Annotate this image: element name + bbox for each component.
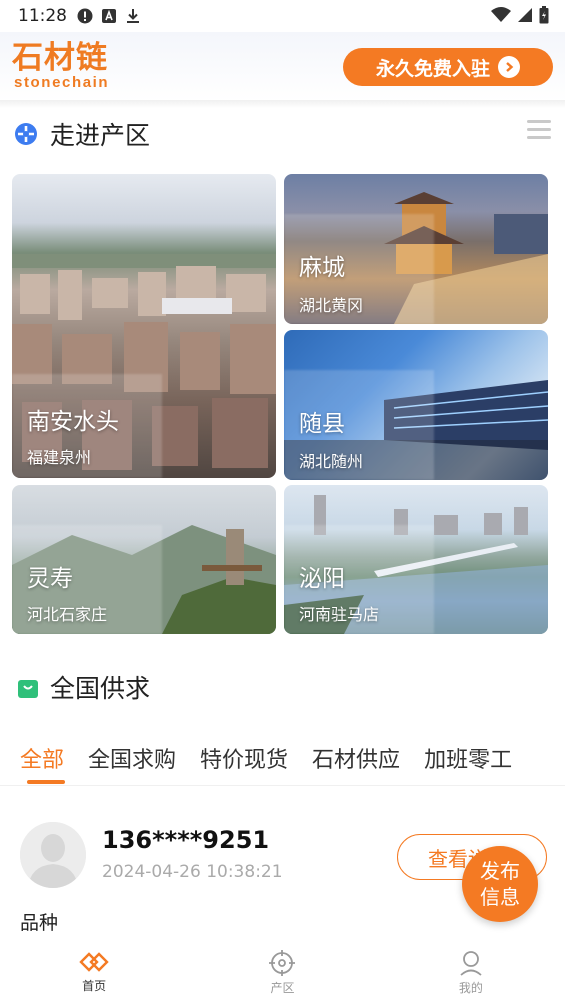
variety-label: 品种	[20, 912, 59, 934]
region-name: 麻城	[299, 255, 345, 281]
user-icon	[460, 951, 482, 976]
nav-home[interactable]: 首页	[0, 944, 188, 1004]
supply-tabs: 全部 全国求购 特价现货 石材供应 加班零工	[0, 732, 565, 784]
tab-all[interactable]: 全部	[20, 742, 64, 774]
region-name: 灵寿	[27, 566, 73, 592]
bottom-nav: 首页 产区 我的	[0, 944, 565, 1004]
shopping-bag-icon	[18, 680, 38, 698]
active-tab-indicator	[27, 780, 65, 784]
nav-mine[interactable]: 我的	[377, 944, 565, 1004]
signal-icon	[518, 8, 532, 22]
tab-national-purchase[interactable]: 全国求购	[88, 742, 176, 774]
region-grid-icon	[15, 123, 37, 145]
wifi-icon	[491, 7, 511, 22]
tabs-divider	[0, 785, 565, 786]
logo-text-cn: 石材链	[12, 40, 108, 76]
region-location: 湖北黄冈	[299, 296, 364, 315]
nav-mine-label: 我的	[458, 981, 483, 995]
publish-label-line2: 信息	[480, 885, 520, 909]
listing-time: 2024-04-26 10:38:21	[102, 862, 283, 882]
home-icon	[79, 952, 109, 972]
region-name: 泌阳	[299, 566, 345, 592]
tab-overtime-work[interactable]: 加班零工	[424, 742, 512, 774]
region-location: 福建泉州	[27, 448, 92, 467]
publish-info-button[interactable]: 发布 信息	[462, 846, 538, 922]
supply-title: 全国供求	[50, 674, 151, 703]
app-header: 石材链 stonechain 永久免费入驻	[0, 32, 565, 102]
nav-home-label: 首页	[82, 979, 107, 993]
region-location: 河南驻马店	[299, 605, 380, 624]
region-card-lingshou[interactable]: 灵寿 河北石家庄	[12, 485, 276, 634]
region-name: 南安水头	[27, 409, 119, 435]
free-join-label: 永久免费入驻	[375, 58, 490, 80]
download-icon	[127, 9, 139, 23]
tab-special-stock[interactable]: 特价现货	[200, 742, 288, 774]
menu-icon[interactable]	[527, 120, 551, 142]
logo[interactable]: 石材链 stonechain	[12, 40, 109, 90]
region-location: 河北石家庄	[27, 605, 108, 624]
regions-section-title: 走进产区	[14, 116, 150, 152]
header-shadow	[0, 100, 565, 108]
region-location: 湖北随州	[299, 452, 364, 471]
avatar[interactable]	[20, 822, 86, 888]
battery-icon	[539, 6, 549, 24]
region-card-nanan[interactable]: 南安水头 福建泉州	[12, 174, 276, 478]
publish-label-line1: 发布	[480, 859, 520, 883]
status-bar: 11:28	[0, 0, 565, 32]
target-icon	[269, 950, 296, 976]
region-card-biyang[interactable]: 泌阳 河南驻马店	[284, 485, 548, 634]
nav-region[interactable]: 产区	[188, 944, 376, 1004]
free-join-button[interactable]: 永久免费入驻	[343, 48, 553, 86]
supply-section-title: 全国供求	[18, 669, 150, 705]
app-a-icon	[102, 9, 116, 23]
nav-region-label: 产区	[270, 981, 295, 995]
regions-title: 走进产区	[50, 121, 151, 150]
alert-icon	[77, 8, 93, 24]
tab-stone-supply[interactable]: 石材供应	[312, 742, 400, 774]
listing-phone: 136****9251	[102, 826, 270, 854]
region-card-suixian[interactable]: 随县 湖北随州	[284, 330, 548, 480]
chevron-right-icon	[498, 56, 520, 78]
logo-text-en: stonechain	[14, 74, 110, 91]
region-name: 随县	[299, 411, 345, 437]
region-card-macheng[interactable]: 麻城 湖北黄冈	[284, 174, 548, 324]
status-time: 11:28	[18, 6, 67, 26]
